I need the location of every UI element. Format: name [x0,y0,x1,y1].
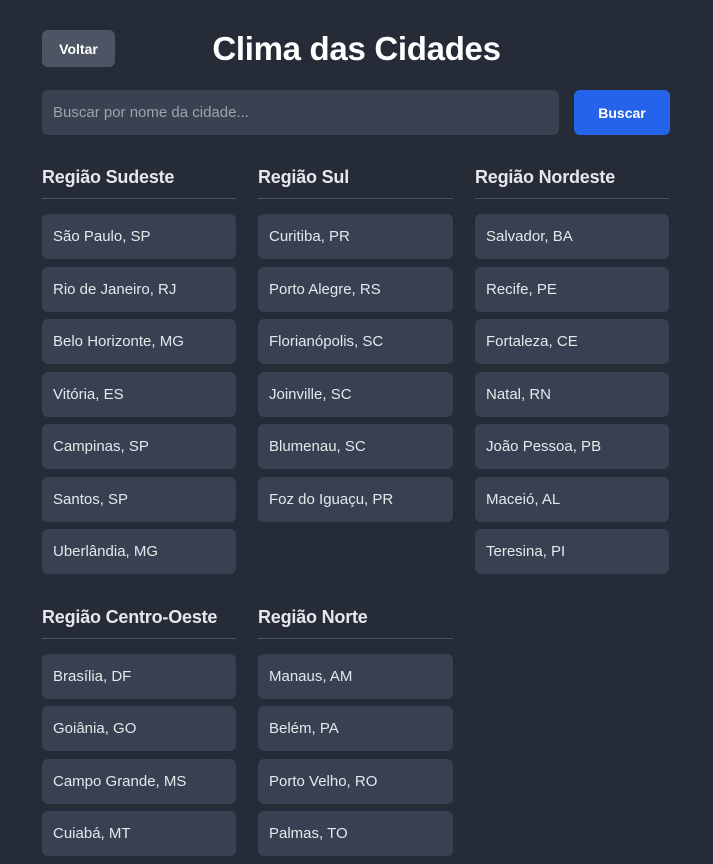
city-item[interactable]: Goiânia, GO [42,706,236,751]
city-item[interactable]: Florianópolis, SC [258,319,453,364]
city-item[interactable]: João Pessoa, PB [475,424,669,469]
city-item[interactable]: Blumenau, SC [258,424,453,469]
city-list: Salvador, BA Recife, PE Fortaleza, CE Natal… [475,214,669,574]
city-item[interactable]: Rio de Janeiro, RJ [42,266,236,312]
city-item[interactable]: Salvador, BA [475,214,669,259]
city-list: Manaus, AM Belém, PA Porto Velho, RO Palmas… [258,653,453,856]
region-title: Região Sudeste [42,164,236,199]
region-nordeste: Região Nordeste Salvador, BA Recife, PE For… [475,164,669,582]
city-item[interactable]: Joinville, SC [258,371,453,417]
city-item[interactable]: Uberlândia, MG [42,529,236,574]
region-sudeste: Região Sudeste São Paulo, SP Rio de Janeir… [42,164,236,582]
city-item[interactable]: Porto Alegre, RS [258,266,453,312]
region-title: Região Centro-Oeste [42,604,236,639]
city-item[interactable]: São Paulo, SP [42,214,236,259]
city-item[interactable]: Belo Horizonte, MG [42,319,236,364]
search-input[interactable] [42,90,559,135]
city-item[interactable]: Teresina, PI [475,529,669,574]
city-item[interactable]: Fortaleza, CE [475,319,669,364]
city-item[interactable]: Foz do Iguaçu, PR [258,476,453,522]
city-list: São Paulo, SP Rio de Janeiro, RJ Belo Hori… [42,214,236,574]
city-item[interactable]: Santos, SP [42,476,236,522]
region-title: Região Nordeste [475,164,669,199]
region-centro-oeste: Região Centro-Oeste Brasília, DF Goiânia, … [42,604,236,864]
region-title: Região Norte [258,604,453,639]
city-item[interactable]: Vitória, ES [42,371,236,417]
city-item[interactable]: Cuiabá, MT [42,811,236,856]
city-item[interactable]: Manaus, AM [258,653,453,699]
city-item[interactable]: Natal, RN [475,371,669,417]
city-item[interactable]: Campo Grande, MS [42,758,236,804]
city-item[interactable]: Porto Velho, RO [258,758,453,804]
region-norte: Região Norte Manaus, AM Belém, PA Porto Vel… [258,604,453,864]
city-item[interactable]: Campinas, SP [42,424,236,469]
regions-grid: Região Sudeste São Paulo, SP Rio de Janeir… [42,164,669,864]
city-item[interactable]: Maceió, AL [475,476,669,522]
city-item[interactable]: Recife, PE [475,266,669,312]
city-item[interactable]: Belém, PA [258,706,453,751]
region-sul: Região Sul Curitiba, PR Porto Alegre, RS Fl… [258,164,453,582]
city-list: Curitiba, PR Porto Alegre, RS Florianópoli… [258,214,453,522]
city-item[interactable]: Brasília, DF [42,653,236,699]
city-list: Brasília, DF Goiânia, GO Campo Grande, MS C… [42,653,236,856]
city-item[interactable]: Palmas, TO [258,811,453,856]
page-title: Clima das Cidades [212,30,501,67]
city-item[interactable]: Curitiba, PR [258,214,453,259]
region-title: Região Sul [258,164,453,199]
search-button[interactable]: Buscar [574,90,670,135]
